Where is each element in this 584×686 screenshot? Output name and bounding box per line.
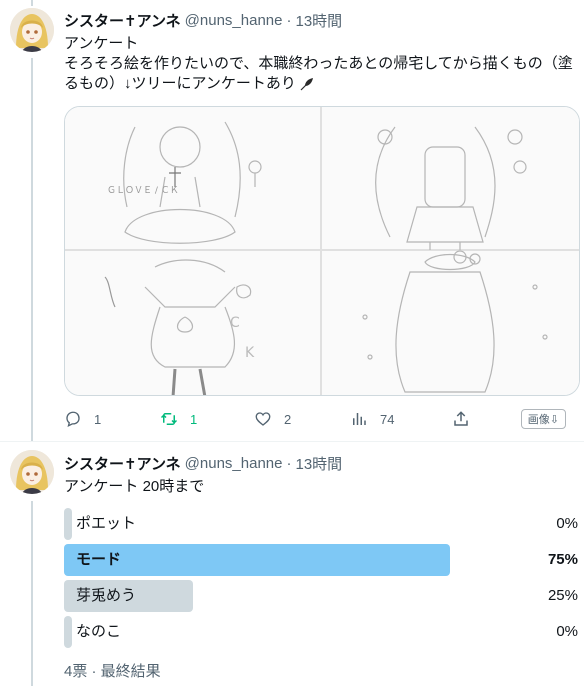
tweet-text-line: るもの）↓ツリーにアンケートあり <box>64 74 576 94</box>
views-count: 74 <box>380 411 395 427</box>
poll-option-winner: モード 75% <box>64 544 578 576</box>
retweet-button[interactable]: 1 <box>160 406 197 432</box>
share-icon <box>452 410 470 428</box>
media-caption: ＧＬＯＶＥ / ＣＫ <box>107 186 179 196</box>
poll-option: ポエット 0% <box>64 508 578 540</box>
tweet-1[interactable]: シスター✝アンネ @nuns_hanne · 13時間 アンケート そろそろ絵を… <box>0 0 584 441</box>
separator-dot: · <box>286 454 292 472</box>
poll-bar <box>64 544 450 576</box>
views-icon <box>350 410 368 428</box>
timestamp[interactable]: 13時間 <box>295 10 342 31</box>
reply-count: 1 <box>94 411 102 427</box>
poll-option-label: ポエット <box>76 515 137 532</box>
tweet-text: アンケート そろそろ絵を作りたいので、本職終わったあとの帰宅してから描くもの（塗… <box>64 34 576 94</box>
poll-option-label: 芽兎めう <box>76 587 137 604</box>
display-name[interactable]: シスター✝アンネ <box>64 10 181 31</box>
avatar[interactable] <box>10 8 54 52</box>
poll-bar <box>64 616 72 648</box>
reply-button[interactable]: 1 <box>64 406 101 432</box>
poll-option-percent: 0% <box>556 623 578 640</box>
timestamp[interactable]: 13時間 <box>295 453 342 474</box>
poll-option-percent: 75% <box>547 551 578 568</box>
avatar[interactable] <box>10 450 54 494</box>
poll-option-percent: 0% <box>556 515 578 532</box>
poll-bar <box>64 508 72 540</box>
retweet-icon <box>160 410 178 428</box>
reply-icon <box>64 410 82 428</box>
tweet-text-line: そろそろ絵を作りたいので、本職終わったあとの帰宅してから描くもの（塗 <box>64 55 573 72</box>
like-count: 2 <box>284 411 292 427</box>
poll-option-label: モード <box>76 551 122 568</box>
image-download-button[interactable]: 画像⇩ <box>520 409 566 429</box>
poll-option: 芽兎めう 25% <box>64 580 578 612</box>
retweet-count: 1 <box>190 411 198 427</box>
poll-option-percent: 25% <box>547 587 578 604</box>
user-handle[interactable]: @nuns_hanne <box>185 12 283 29</box>
tweet-header: シスター✝アンネ @nuns_hanne · 13時間 <box>64 10 342 30</box>
views-button[interactable]: 74 <box>350 406 394 432</box>
svg-text:K: K <box>245 345 255 361</box>
tweet-text: アンケート 20時まで <box>64 478 205 495</box>
user-handle[interactable]: @nuns_hanne <box>185 455 283 472</box>
svg-text:C: C <box>230 315 240 331</box>
share-button[interactable] <box>452 406 470 432</box>
tweet-header: シスター✝アンネ @nuns_hanne · 13時間 <box>64 453 342 473</box>
heart-icon <box>254 410 272 428</box>
tweet-media-image[interactable]: ＧＬＯＶＥ / ＣＫ C K <box>64 106 580 396</box>
poll-footer: 4票 · 最終結果 <box>64 663 161 680</box>
poll-option: なのこ 0% <box>64 616 578 648</box>
display-name[interactable]: シスター✝アンネ <box>64 453 181 474</box>
like-button[interactable]: 2 <box>254 406 291 432</box>
feather-icon <box>299 76 315 92</box>
tweet-text-line: アンケート <box>64 35 139 52</box>
tweet-actions: 1 1 2 74 画像⇩ <box>64 406 576 432</box>
separator-dot: · <box>286 11 292 29</box>
poll-option-label: なのこ <box>76 623 122 640</box>
